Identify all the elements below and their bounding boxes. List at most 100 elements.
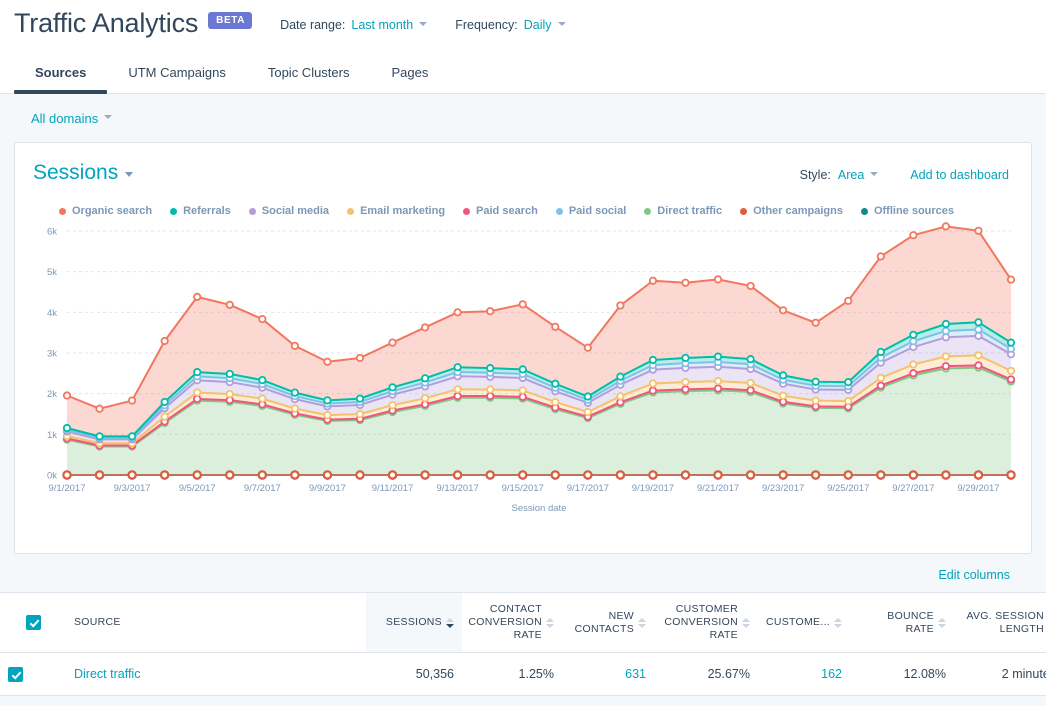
sort-arrows-icon[interactable]	[938, 617, 946, 628]
data-point-marker[interactable]	[1006, 375, 1016, 384]
add-to-dashboard-link[interactable]: Add to dashboard	[910, 168, 1009, 182]
tab-sources[interactable]: Sources	[14, 65, 108, 94]
data-point-marker[interactable]	[388, 401, 397, 410]
data-point-marker[interactable]	[974, 318, 983, 327]
data-point-marker[interactable]	[616, 372, 625, 381]
data-point-marker[interactable]	[713, 275, 723, 284]
data-point-marker[interactable]	[941, 222, 950, 231]
data-point-marker[interactable]	[94, 470, 105, 480]
column-header-contact-conversion-rate[interactable]: CONTACT CONVERSION RATE	[462, 591, 562, 654]
chart-title[interactable]: Sessions	[33, 161, 118, 184]
data-point-marker[interactable]	[941, 362, 950, 371]
tab-topic-clusters[interactable]: Topic Clusters	[247, 65, 371, 93]
data-point-marker[interactable]	[128, 396, 137, 405]
data-point-marker[interactable]	[583, 343, 592, 352]
data-point-marker[interactable]	[844, 296, 853, 305]
data-point-marker[interactable]	[193, 368, 202, 377]
chevron-down-icon[interactable]	[870, 172, 879, 176]
data-point-marker[interactable]	[551, 322, 560, 331]
data-point-marker[interactable]	[388, 338, 397, 347]
data-point-marker[interactable]	[193, 394, 202, 404]
data-point-marker[interactable]	[909, 360, 918, 369]
chevron-down-icon[interactable]	[125, 172, 134, 177]
data-point-marker[interactable]	[486, 391, 495, 401]
sort-arrows-icon[interactable]	[638, 617, 646, 628]
data-point-marker[interactable]	[160, 336, 169, 346]
domain-filter-dropdown[interactable]: All domains	[31, 111, 98, 126]
data-point-marker[interactable]	[518, 470, 528, 480]
column-header-customers[interactable]: CUSTOME...	[758, 591, 850, 654]
data-point-marker[interactable]	[941, 352, 950, 361]
data-point-marker[interactable]	[62, 391, 72, 400]
sort-arrows-icon[interactable]	[546, 617, 554, 628]
data-point-marker[interactable]	[453, 391, 462, 401]
data-point-marker[interactable]	[225, 389, 234, 399]
data-point-marker[interactable]	[225, 300, 234, 309]
data-point-marker[interactable]	[713, 377, 723, 386]
data-point-marker[interactable]	[1006, 275, 1016, 284]
data-point-marker[interactable]	[811, 318, 820, 327]
data-point-marker[interactable]	[128, 432, 137, 441]
data-point-marker[interactable]	[290, 470, 300, 480]
legend-item-organic-search[interactable]: Organic search	[59, 205, 152, 217]
data-point-marker[interactable]	[518, 300, 527, 309]
frequency-value[interactable]: Daily	[524, 18, 552, 32]
data-point-marker[interactable]	[779, 371, 788, 380]
data-point-marker[interactable]	[974, 331, 983, 340]
style-value[interactable]: Area	[838, 168, 864, 182]
data-point-marker[interactable]	[420, 323, 430, 332]
legend-item-other-campaigns[interactable]: Other campaigns	[740, 205, 843, 217]
data-point-marker[interactable]	[583, 470, 593, 480]
data-point-marker[interactable]	[974, 226, 983, 235]
data-point-marker[interactable]	[95, 404, 104, 413]
data-point-marker[interactable]	[974, 351, 983, 360]
chevron-down-icon[interactable]	[557, 21, 566, 26]
data-point-marker[interactable]	[876, 470, 886, 480]
legend-item-paid-search[interactable]: Paid search	[463, 205, 538, 217]
data-point-marker[interactable]	[355, 470, 365, 480]
data-point-marker[interactable]	[486, 385, 495, 394]
data-point-marker[interactable]	[713, 470, 723, 480]
data-point-marker[interactable]	[746, 378, 755, 388]
data-point-marker[interactable]	[95, 432, 104, 441]
data-point-marker[interactable]	[909, 337, 918, 346]
data-point-marker[interactable]	[127, 470, 137, 480]
legend-item-referrals[interactable]: Referrals	[170, 205, 231, 217]
data-point-marker[interactable]	[420, 374, 430, 383]
data-point-marker[interactable]	[616, 392, 625, 401]
chevron-down-icon[interactable]	[419, 21, 428, 26]
data-point-marker[interactable]	[193, 292, 202, 301]
data-point-marker[interactable]	[323, 396, 332, 405]
data-point-marker[interactable]	[193, 388, 202, 397]
legend-item-offline-sources[interactable]: Offline sources	[860, 205, 954, 217]
column-header-customer-conversion-rate[interactable]: CUSTOMER CONVERSION RATE	[654, 591, 758, 654]
tab-utm-campaigns[interactable]: UTM Campaigns	[107, 65, 247, 93]
data-point-marker[interactable]	[680, 470, 691, 480]
sort-arrows-icon[interactable]	[742, 617, 750, 628]
data-point-marker[interactable]	[160, 412, 169, 421]
data-point-marker[interactable]	[387, 470, 398, 480]
data-point-marker[interactable]	[876, 373, 885, 382]
data-point-marker[interactable]	[811, 377, 820, 386]
tab-pages[interactable]: Pages	[370, 65, 449, 93]
data-point-marker[interactable]	[323, 357, 332, 366]
data-point-marker[interactable]	[583, 407, 592, 417]
column-header-avg-session-length[interactable]: AVG. SESSION LENGTH	[954, 591, 1046, 654]
data-point-marker[interactable]	[810, 470, 821, 480]
data-point-marker[interactable]	[323, 411, 332, 420]
data-point-marker[interactable]	[909, 369, 918, 378]
data-point-marker[interactable]	[1006, 470, 1016, 480]
data-point-marker[interactable]	[681, 278, 690, 287]
data-point-marker[interactable]	[1006, 338, 1016, 347]
data-point-marker[interactable]	[388, 383, 397, 392]
data-point-marker[interactable]	[648, 355, 658, 365]
data-point-marker[interactable]	[258, 394, 267, 403]
data-point-marker[interactable]	[62, 423, 72, 433]
data-point-marker[interactable]	[355, 410, 365, 419]
data-point-marker[interactable]	[876, 347, 885, 357]
data-point-marker[interactable]	[648, 276, 658, 285]
data-point-marker[interactable]	[681, 377, 690, 387]
data-point-marker[interactable]	[551, 397, 560, 407]
data-point-marker[interactable]	[681, 353, 690, 363]
row-checkbox[interactable]	[8, 666, 23, 682]
